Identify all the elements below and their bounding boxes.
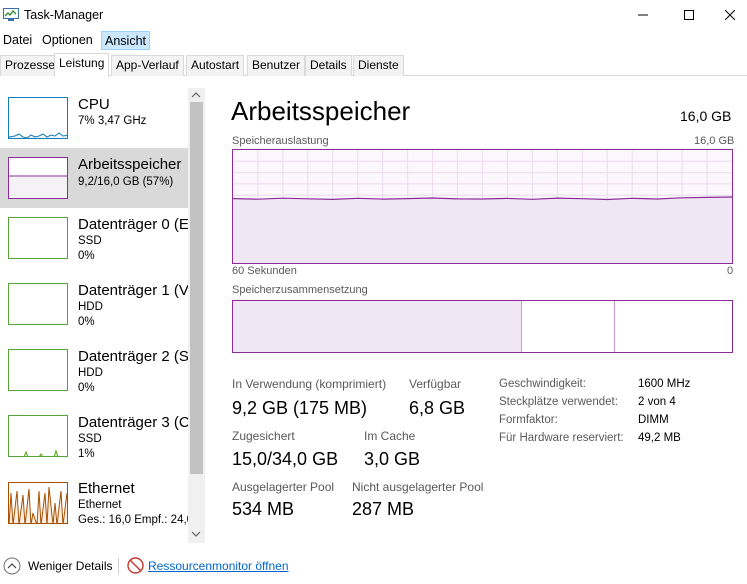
composition-label: Speicherzusammensetzung bbox=[232, 284, 368, 296]
speed-label: Geschwindigkeit: bbox=[499, 378, 586, 390]
menu-datei[interactable]: Datei bbox=[0, 31, 35, 50]
resource-detail: 9,2/16,0 GB (57%) bbox=[78, 176, 174, 188]
menu-optionen[interactable]: Optionen bbox=[39, 31, 96, 50]
page-title: Arbeitsspeicher bbox=[231, 96, 411, 126]
memory-usage-graph bbox=[232, 149, 733, 264]
resource-detail: 0% bbox=[78, 382, 95, 394]
resource-detail: 0% bbox=[78, 316, 95, 328]
resource-detail: 1% bbox=[78, 448, 95, 460]
in-use-label: In Verwendung (komprimiert) bbox=[232, 377, 387, 391]
tab-dienste[interactable]: Dienste bbox=[353, 55, 404, 76]
usage-graph-max: 16,0 GB bbox=[694, 135, 735, 147]
available-label: Verfügbar bbox=[409, 377, 462, 391]
nonpaged-pool-label: Nicht ausgelagerter Pool bbox=[352, 480, 484, 494]
form-factor-value: DIMM bbox=[638, 414, 669, 426]
graph-time-end: 0 bbox=[727, 265, 734, 277]
nonpaged-pool-value: 287 MB bbox=[352, 499, 415, 519]
available-value: 6,8 GB bbox=[409, 398, 466, 418]
tab-prozesse[interactable]: Prozesse bbox=[0, 55, 61, 76]
maximize-button[interactable] bbox=[666, 0, 712, 30]
disk-2-thumbnail bbox=[8, 349, 68, 391]
resource-detail: HDD bbox=[78, 367, 103, 379]
resource-detail: Ges.: 16,0 Empf.: 24,0 bbox=[78, 514, 194, 526]
open-resource-monitor-link[interactable]: Ressourcenmonitor öffnen bbox=[148, 559, 289, 573]
resource-item-disk-3[interactable]: Datenträger 3 (C SSD 1% bbox=[0, 406, 190, 466]
composition-in-use bbox=[233, 301, 522, 352]
resource-item-disk-0[interactable]: Datenträger 0 (E SSD 0% bbox=[0, 208, 189, 268]
window-title: Task-Manager bbox=[24, 8, 104, 22]
resource-detail: HDD bbox=[78, 301, 103, 313]
minimize-icon bbox=[638, 14, 648, 16]
in-use-value: 9,2 GB (175 MB) bbox=[232, 398, 368, 418]
task-manager-icon bbox=[3, 8, 19, 21]
paged-pool-value: 534 MB bbox=[232, 499, 295, 519]
graph-time-label: 60 Sekunden bbox=[232, 265, 297, 277]
resource-item-ethernet[interactable]: Ethernet Ethernet Ges.: 16,0 Empf.: 24,0 bbox=[0, 472, 193, 532]
tab-app-verlauf[interactable]: App-Verlauf bbox=[111, 55, 184, 76]
resource-detail: SSD bbox=[78, 235, 102, 247]
resource-item-disk-2[interactable]: Datenträger 2 (S HDD 0% bbox=[0, 340, 189, 400]
resource-title: Datenträger 1 (V bbox=[78, 282, 189, 299]
disk-3-thumbnail bbox=[8, 415, 68, 457]
menu-ansicht[interactable]: Ansicht bbox=[101, 31, 150, 50]
tab-autostart[interactable]: Autostart bbox=[186, 55, 245, 76]
slots-value: 2 von 4 bbox=[638, 396, 676, 408]
resource-title: Datenträger 3 (C bbox=[78, 414, 190, 431]
resource-title: Datenträger 2 (S bbox=[78, 348, 189, 365]
memory-composition-bar bbox=[232, 300, 733, 353]
resource-detail: SSD bbox=[78, 433, 102, 445]
scroll-up-icon[interactable] bbox=[191, 91, 201, 99]
cached-value: 3,0 GB bbox=[364, 449, 421, 469]
hardware-reserved-value: 49,2 MB bbox=[638, 432, 681, 444]
resource-monitor-icon[interactable] bbox=[127, 557, 144, 574]
composition-standby bbox=[523, 301, 615, 352]
resource-detail: 7% 3,47 GHz bbox=[78, 115, 147, 127]
usage-graph-label: Speicherauslastung bbox=[232, 135, 329, 147]
slots-label: Steckplätze verwendet: bbox=[499, 396, 618, 408]
fewer-details-button[interactable]: Weniger Details bbox=[28, 559, 112, 573]
memory-thumbnail bbox=[8, 157, 68, 199]
scrollbar-thumb[interactable] bbox=[190, 102, 203, 474]
form-factor-label: Formfaktor: bbox=[499, 414, 558, 426]
close-icon bbox=[724, 10, 735, 20]
cached-label: Im Cache bbox=[364, 429, 416, 443]
hardware-reserved-label: Für Hardware reserviert: bbox=[499, 432, 624, 444]
tab-details[interactable]: Details bbox=[305, 55, 352, 76]
ethernet-thumbnail bbox=[8, 482, 68, 524]
resource-title: Arbeitsspeicher bbox=[78, 156, 182, 173]
resource-item-cpu[interactable]: CPU 7% 3,47 GHz bbox=[0, 88, 188, 148]
committed-value: 15,0/34,0 GB bbox=[232, 449, 339, 469]
resource-title: Datenträger 0 (E bbox=[78, 216, 189, 233]
committed-label: Zugesichert bbox=[232, 429, 295, 443]
chevron-up-circle-icon[interactable] bbox=[3, 557, 21, 575]
paged-pool-label: Ausgelagerter Pool bbox=[232, 480, 335, 494]
resource-title: CPU bbox=[78, 96, 110, 113]
resource-detail: 0% bbox=[78, 250, 95, 262]
tab-benutzer[interactable]: Benutzer bbox=[247, 55, 306, 76]
disk-1-thumbnail bbox=[8, 283, 68, 325]
resource-list: CPU 7% 3,47 GHz Arbeitsspeicher 9,2/16,0… bbox=[0, 88, 205, 543]
resource-title: Ethernet bbox=[78, 480, 135, 497]
close-button[interactable] bbox=[712, 0, 747, 30]
maximize-icon bbox=[684, 10, 694, 20]
cpu-thumbnail bbox=[8, 97, 68, 139]
tab-leistung[interactable]: Leistung bbox=[54, 53, 110, 77]
resource-detail: Ethernet bbox=[78, 499, 122, 511]
resource-item-disk-1[interactable]: Datenträger 1 (V HDD 0% bbox=[0, 274, 189, 334]
disk-0-thumbnail bbox=[8, 217, 68, 259]
memory-total: 16,0 GB bbox=[680, 108, 732, 124]
footer-divider bbox=[118, 558, 119, 574]
minimize-button[interactable] bbox=[620, 0, 666, 30]
speed-value: 1600 MHz bbox=[638, 378, 691, 390]
scroll-down-icon[interactable] bbox=[191, 530, 201, 538]
resource-item-memory[interactable]: Arbeitsspeicher 9,2/16,0 GB (57%) bbox=[0, 148, 188, 208]
